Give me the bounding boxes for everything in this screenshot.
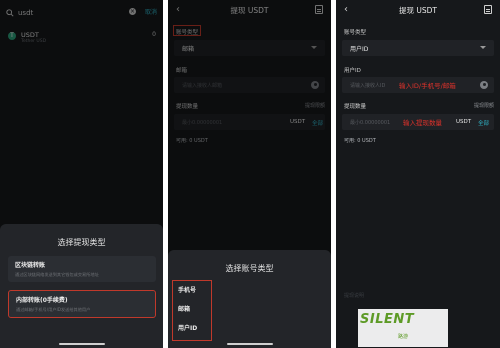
withdraw-type-sheet: 选择提现类型 区块链转账 通过区块链网络发送到其它钱包或交易所地址 内部转账(0…	[0, 224, 163, 348]
phone-withdraw-email: ‹ 提现 USDT 账号类型 邮箱 邮箱 请输入接收人邮箱 提现数量 提现限额 …	[168, 0, 331, 348]
footer-text: 提现说明	[344, 293, 365, 299]
record-icon[interactable]	[484, 5, 492, 14]
account-type-select[interactable]: 用户ID	[342, 40, 494, 56]
available-balance: 可用: 0 USDT	[344, 138, 376, 144]
sheet-title: 选择提现类型	[57, 238, 106, 247]
limit-note[interactable]: 提现限额	[474, 102, 494, 109]
account-option-email[interactable]: 邮箱	[174, 300, 212, 319]
phone-withdraw-userid: ‹ 提现 USDT 账号类型 用户ID 用户ID 请输入接收人ID 输入ID/手…	[336, 0, 500, 348]
amount-hint: 输入提现数量	[403, 119, 442, 127]
screenshot-canvas: usdt × 取消 T USDT Tether USD 0 选择提现类型 区块链…	[0, 0, 500, 348]
account-type-sheet: 选择账号类型 手机号 邮箱 用户ID	[168, 250, 331, 348]
account-option-userid[interactable]: 用户ID	[174, 319, 212, 338]
userid-hint: 输入ID/手机号/邮箱	[399, 82, 456, 90]
contact-icon[interactable]	[480, 81, 488, 89]
option-desc: 通过区块链网络发送到其它钱包或交易所地址	[15, 272, 99, 277]
chevron-down-icon	[480, 46, 486, 49]
userid-placeholder: 请输入接收人ID	[350, 83, 386, 89]
account-type-label: 账号类型	[344, 30, 367, 36]
all-button[interactable]: 全部	[478, 119, 489, 127]
account-type-list: 手机号 邮箱 用户ID	[174, 281, 212, 338]
account-option-phone[interactable]: 手机号	[174, 281, 212, 300]
option-onchain-transfer[interactable]: 区块链转账 通过区块链网络发送到其它钱包或交易所地址	[8, 256, 156, 282]
unit-label: USDT	[456, 119, 472, 125]
sheet-title: 选择账号类型	[225, 264, 274, 273]
silent-watermark: SILENT 路游	[358, 309, 448, 347]
amount-placeholder: 最小0.00000001	[350, 120, 391, 126]
option-desc: 通过邮箱/手机号/用户ID发送给其他用户	[16, 307, 91, 312]
phone-withdraw-type: usdt × 取消 T USDT Tether USD 0 选择提现类型 区块链…	[0, 0, 163, 348]
option-title: 区块链转账	[15, 262, 46, 269]
account-type-value: 用户ID	[350, 46, 369, 53]
option-internal-transfer[interactable]: 内部转账(0手续费) 通过邮箱/手机号/用户ID发送给其他用户	[8, 290, 156, 318]
home-indicator	[226, 343, 273, 345]
watermark-sub: 路游	[398, 334, 409, 340]
nav-bar: ‹ 提现 USDT	[336, 0, 500, 20]
amount-label: 提现数量	[344, 104, 367, 110]
home-indicator	[58, 343, 105, 345]
watermark-logo: SILENT	[360, 312, 415, 327]
option-title: 内部转账(0手续费)	[16, 297, 68, 304]
page-title: 提现 USDT	[399, 6, 437, 15]
userid-label: 用户ID	[344, 68, 361, 74]
